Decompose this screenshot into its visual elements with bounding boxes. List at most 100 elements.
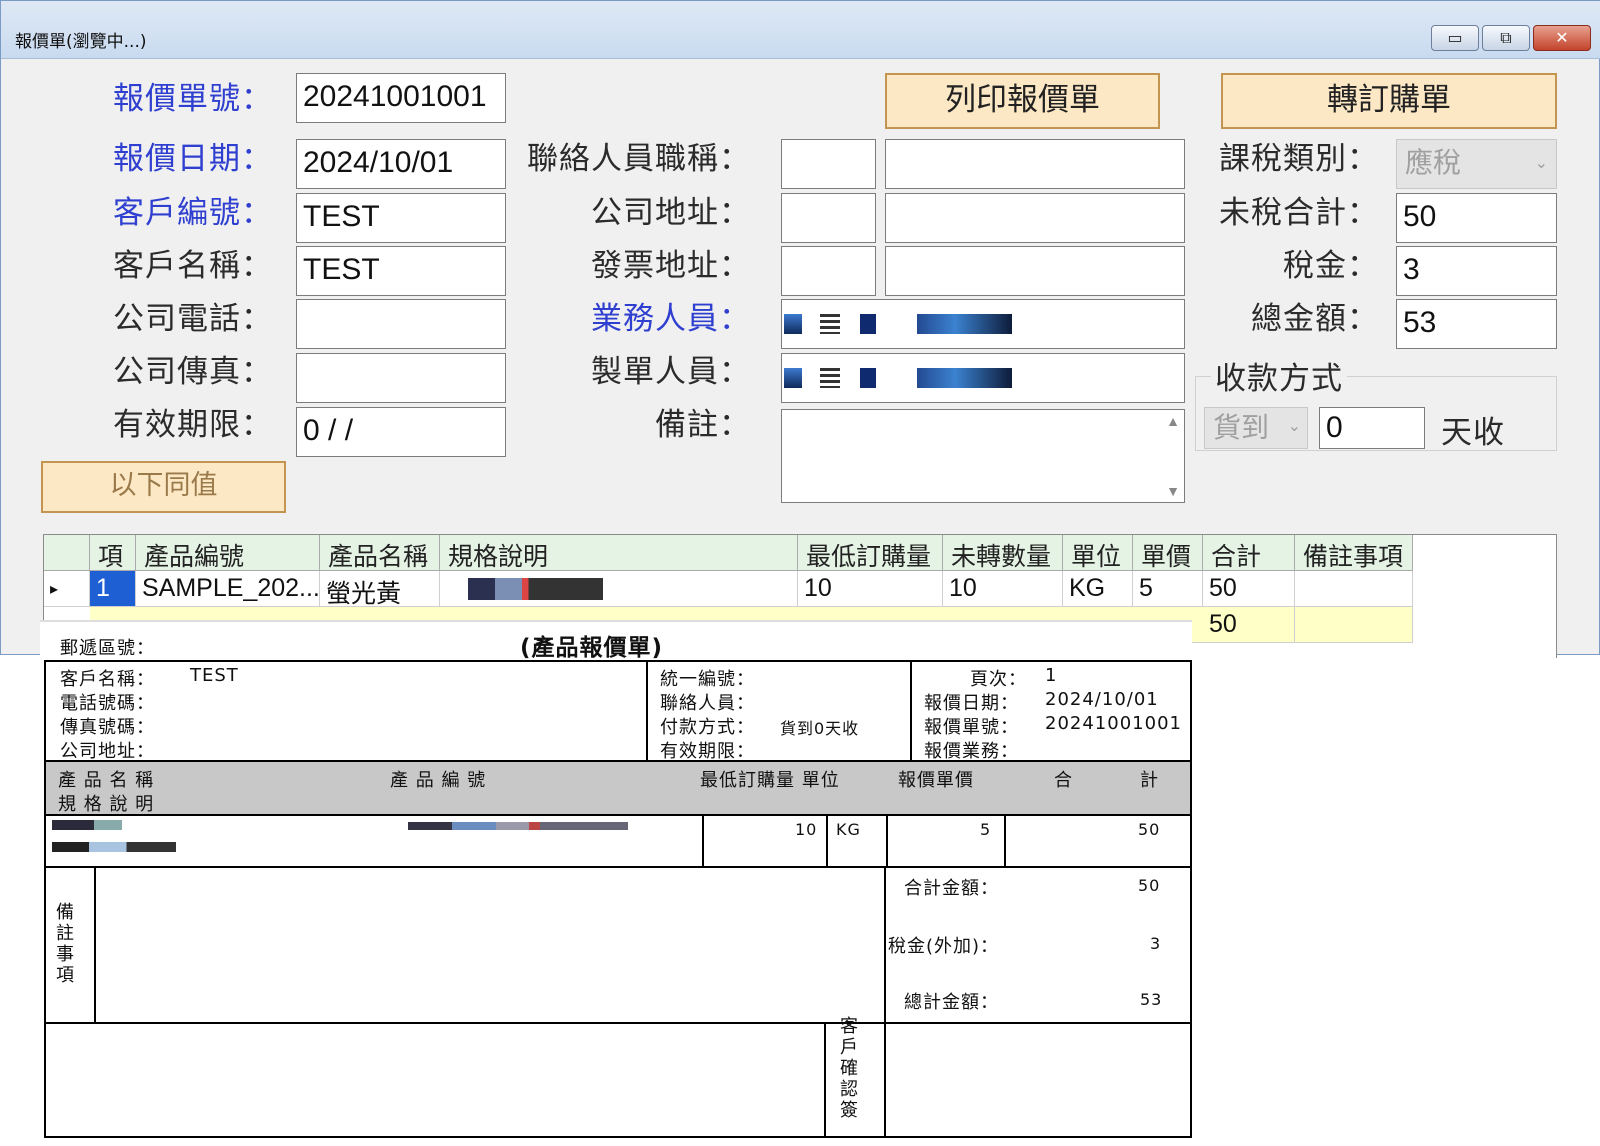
report-line-min-order: 10 xyxy=(795,820,818,839)
report-col-min-unit: 最低訂購量 單位 xyxy=(700,770,840,791)
cell-unit[interactable]: KG xyxy=(1063,571,1133,607)
col-header-unit[interactable]: 單位 xyxy=(1063,535,1133,571)
quote-form-window: 報價單(瀏覽中...) ▭ ⧉ ✕ 報價單號： 報價日期： 客戶編號： 客戶名稱… xyxy=(0,0,1600,658)
col-header-item[interactable]: 項 xyxy=(90,535,136,571)
redacted-mark xyxy=(820,314,840,334)
report-quote-no: 20241001001 xyxy=(1045,713,1182,734)
invoice-address-field[interactable] xyxy=(885,246,1185,296)
divider xyxy=(646,660,648,762)
same-below-button[interactable]: 以下同值 xyxy=(41,461,286,513)
tax-type-label: 課稅類別： xyxy=(1219,141,1379,177)
untaxed-total-label: 未稅合計： xyxy=(1219,195,1379,231)
report-customer-name-label: 客戶名稱： xyxy=(60,669,155,690)
report-col-total-2: 計 xyxy=(1140,770,1159,791)
valid-until-field[interactable]: 0 / / xyxy=(296,407,506,457)
col-header-product-name[interactable]: 產品名稱 xyxy=(320,535,440,571)
col-header-total[interactable]: 合計 xyxy=(1203,535,1295,571)
company-phone-field[interactable] xyxy=(296,299,506,349)
col-header-product-no[interactable]: 產品編號 xyxy=(136,535,320,571)
company-address-label: 公司地址： xyxy=(591,195,751,231)
redacted-mark xyxy=(917,368,1012,388)
col-header-remarks[interactable]: 備註事項 xyxy=(1295,535,1413,571)
report-top-edge xyxy=(40,620,1192,622)
report-title: (產品報價單) xyxy=(520,635,664,661)
report-tax-label: 稅金(外加)： xyxy=(888,936,1000,957)
payment-days-suffix: 天收 xyxy=(1441,415,1505,451)
sales-person-label: 業務人員： xyxy=(591,301,751,337)
divider xyxy=(1004,816,1006,868)
creator-field[interactable] xyxy=(781,353,1185,403)
cell-product-name[interactable]: 螢光黃 xyxy=(320,571,440,607)
report-quote-date-label: 報價日期： xyxy=(924,693,1019,714)
payment-days-field[interactable]: 0 xyxy=(1319,407,1425,449)
report-payment-label: 付款方式： xyxy=(660,717,755,738)
convert-to-order-button[interactable]: 轉訂購單 xyxy=(1221,73,1557,129)
customer-no-label: 客戶編號： xyxy=(113,195,273,231)
col-header-min-order[interactable]: 最低訂購量 xyxy=(798,535,943,571)
cell-item[interactable]: 1 xyxy=(90,571,136,607)
tax-type-select[interactable]: 應稅 ⌄ xyxy=(1396,139,1557,189)
redacted-mark xyxy=(52,820,122,830)
company-address-field[interactable] xyxy=(885,193,1185,243)
restore-icon: ⧉ xyxy=(1500,28,1512,47)
redacted-mark xyxy=(917,314,1012,334)
cell-total[interactable]: 50 xyxy=(1203,571,1295,607)
report-subtotal-label: 合計金額： xyxy=(904,878,999,899)
chevron-down-icon: ⌄ xyxy=(1534,153,1548,172)
report-phone-label: 電話號碼： xyxy=(60,693,155,714)
row-indicator-icon[interactable]: ▸ xyxy=(44,571,90,607)
summary-total: 50 xyxy=(1203,607,1295,643)
remarks-label: 備註： xyxy=(655,407,751,443)
company-fax-field[interactable] xyxy=(296,353,506,403)
cell-unconverted[interactable]: 10 xyxy=(943,571,1063,607)
tax-field[interactable]: 3 xyxy=(1396,246,1557,296)
quote-no-field[interactable]: 20241001001 xyxy=(296,73,506,123)
valid-until-label: 有效期限： xyxy=(113,407,273,443)
quote-date-field[interactable]: 2024/10/01 xyxy=(296,139,506,189)
invoice-address-code-field[interactable] xyxy=(781,246,876,296)
contact-code-field[interactable] xyxy=(781,139,876,189)
report-quote-no-label: 報價單號： xyxy=(924,717,1019,738)
untaxed-total-field[interactable]: 50 xyxy=(1396,193,1557,243)
tax-type-value: 應稅 xyxy=(1405,146,1462,179)
report-col-product-name: 產 品 名 稱 xyxy=(58,770,155,791)
chevron-down-icon: ⌄ xyxy=(1287,416,1301,435)
quote-no-label: 報價單號： xyxy=(113,81,273,117)
company-address-code-field[interactable] xyxy=(781,193,876,243)
print-quote-button[interactable]: 列印報價單 xyxy=(885,73,1160,129)
report-col-price: 報價單價 xyxy=(898,770,974,791)
title-bar[interactable]: 報價單(瀏覽中...) ▭ ⧉ ✕ xyxy=(1,1,1600,59)
contact-title-field[interactable] xyxy=(885,139,1185,189)
sales-person-field[interactable] xyxy=(781,299,1185,349)
close-button[interactable]: ✕ xyxy=(1533,25,1591,51)
col-header-price[interactable]: 單價 xyxy=(1133,535,1203,571)
col-header-unconverted[interactable]: 未轉數量 xyxy=(943,535,1063,571)
report-contact-label: 聯絡人員： xyxy=(660,693,755,714)
report-customer-name: TEST xyxy=(190,665,239,686)
report-tax-id-label: 統一編號： xyxy=(660,669,755,690)
customer-no-field[interactable]: TEST xyxy=(296,193,506,243)
cell-remarks[interactable] xyxy=(1295,571,1413,607)
report-subtotal: 50 xyxy=(1138,876,1161,895)
divider xyxy=(910,660,912,762)
redacted-mark xyxy=(784,314,802,334)
scroll-down-icon[interactable]: ▼ xyxy=(1166,484,1180,498)
redacted-mark xyxy=(820,368,840,388)
report-line-unit: KG xyxy=(836,820,861,839)
customer-name-field[interactable]: TEST xyxy=(296,246,506,296)
scroll-up-icon[interactable]: ▲ xyxy=(1166,414,1180,428)
grand-total-field[interactable]: 53 xyxy=(1396,299,1557,349)
report-payment-value: 貨到0天收 xyxy=(780,719,860,738)
col-header-spec[interactable]: 規格說明 xyxy=(440,535,798,571)
cell-product-no[interactable]: SAMPLE_202... xyxy=(136,571,320,607)
cell-price[interactable]: 5 xyxy=(1133,571,1203,607)
summary-remarks xyxy=(1295,607,1413,643)
remarks-textarea[interactable]: ▲ ▼ xyxy=(781,409,1185,503)
cell-spec[interactable] xyxy=(440,571,798,607)
restore-button[interactable]: ⧉ xyxy=(1482,25,1530,51)
quote-date-label: 報價日期： xyxy=(113,141,273,177)
cell-min-order[interactable]: 10 xyxy=(798,571,943,607)
minimize-icon: ▭ xyxy=(1447,28,1463,47)
minimize-button[interactable]: ▭ xyxy=(1431,25,1479,51)
payment-method-select[interactable]: 貨到 ⌄ xyxy=(1204,407,1308,449)
